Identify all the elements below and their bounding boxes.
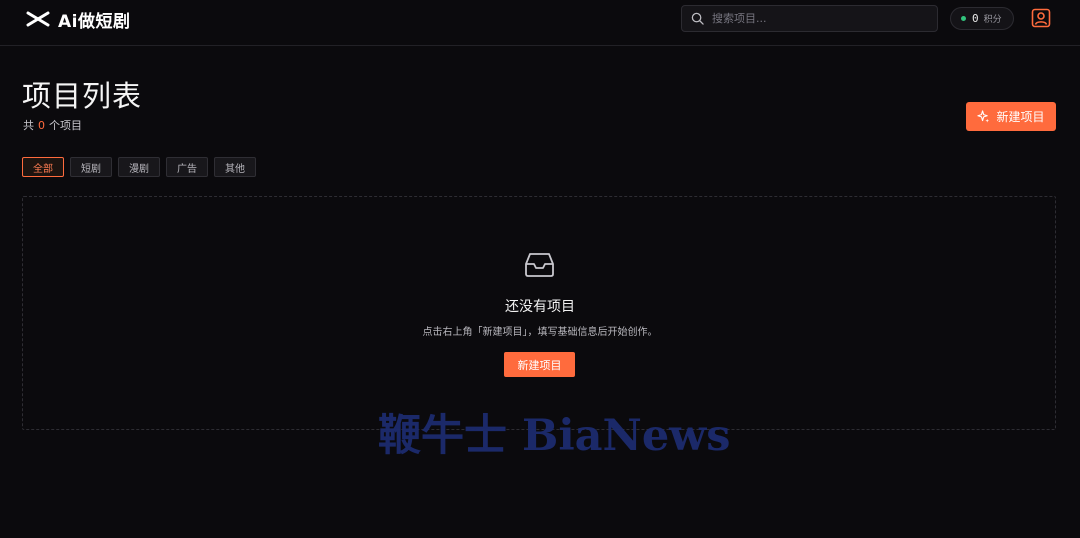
count-value: 0 xyxy=(38,119,45,132)
points-badge[interactable]: 0 积分 xyxy=(950,7,1014,30)
empty-description: 点击右上角「新建项目」，填写基础信息后开始创作。 xyxy=(422,327,658,338)
empty-new-project-button[interactable]: 新建项目 xyxy=(504,352,575,377)
logo-icon xyxy=(26,11,50,27)
watermark: 鞭牛士 BiaNews xyxy=(378,411,731,461)
tab-ads[interactable]: 广告 xyxy=(166,157,208,177)
search-icon xyxy=(691,12,704,25)
search-box[interactable] xyxy=(681,5,938,32)
empty-title: 还没有项目 xyxy=(505,299,575,315)
tab-other[interactable]: 其他 xyxy=(214,157,256,177)
app-logo[interactable]: Ai做短剧 xyxy=(26,8,131,32)
project-count: 共 0 个项目 xyxy=(23,117,82,133)
inbox-icon xyxy=(525,253,554,277)
points-value: 0 xyxy=(972,12,979,25)
count-suffix: 个项目 xyxy=(49,119,82,132)
sparkle-icon xyxy=(977,110,990,123)
page-title: 项目列表 xyxy=(22,79,143,113)
search-input[interactable] xyxy=(712,12,922,25)
new-project-label: 新建项目 xyxy=(996,110,1045,124)
points-label: 积分 xyxy=(983,15,1002,25)
app-name: Ai做短剧 xyxy=(58,11,131,32)
tab-all[interactable]: 全部 xyxy=(22,157,64,177)
filter-tabs: 全部 短剧 漫剧 广告 其他 xyxy=(22,157,262,177)
tab-comic-drama[interactable]: 漫剧 xyxy=(118,157,160,177)
count-prefix: 共 xyxy=(23,119,34,132)
top-bar: Ai做短剧 0 积分 xyxy=(0,0,1080,46)
status-dot xyxy=(961,16,966,21)
new-project-button[interactable]: 新建项目 xyxy=(966,102,1056,131)
tab-short-drama[interactable]: 短剧 xyxy=(70,157,112,177)
user-icon[interactable] xyxy=(1031,8,1051,28)
